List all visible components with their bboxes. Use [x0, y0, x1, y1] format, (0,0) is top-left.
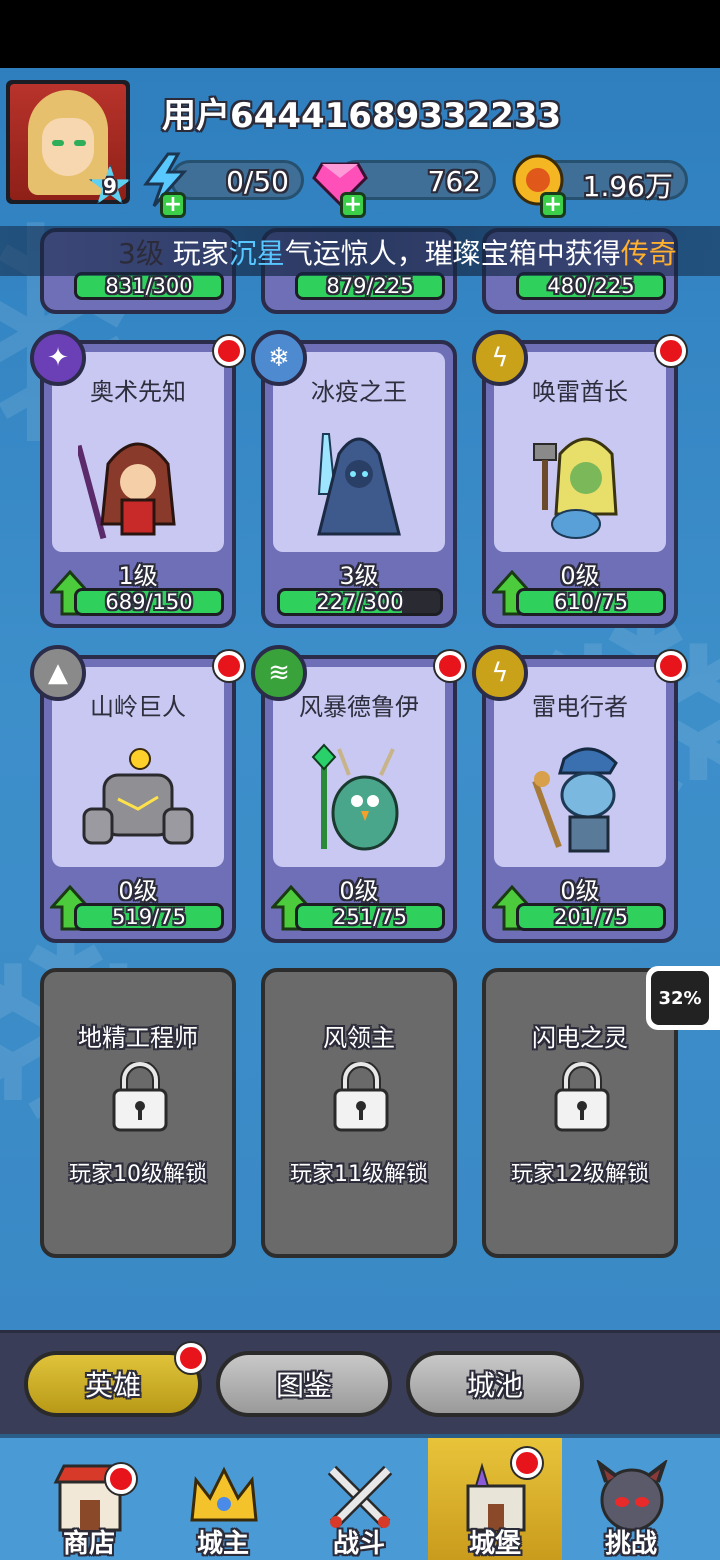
notification-dot — [512, 1448, 542, 1478]
hero-progress-text: 480/225 — [547, 274, 635, 298]
notification-dot — [435, 651, 465, 681]
nav-battle[interactable]: 战斗 — [292, 1438, 426, 1560]
ticker-rarity: 传奇 — [620, 237, 677, 270]
hero-card-thunder-walker[interactable]: 雷电行者 0级 201/75 ϟ — [472, 645, 686, 943]
sub-tab-bar: 英雄 图鉴 城池 — [0, 1330, 720, 1434]
tab-city[interactable]: 城池 — [406, 1351, 584, 1417]
unlock-condition: 玩家11级解锁 — [290, 1162, 428, 1187]
locked-hero-card[interactable]: 地精工程师 玩家10级解锁 — [40, 968, 236, 1258]
ticker-prefix: 3级 — [118, 237, 164, 270]
hero-card-thunder-chieftain[interactable]: 唤雷酋长 0级 610/75 ϟ — [472, 330, 686, 628]
nav-label: 城堡 — [468, 1529, 521, 1559]
add-gems-button[interactable]: + — [340, 192, 366, 218]
add-gold-button[interactable]: + — [540, 192, 566, 218]
hero-portrait — [533, 437, 618, 539]
lock-icon — [112, 1062, 168, 1132]
bottom-navigation: 商店 城主 战斗 城堡 挑战 — [0, 1434, 720, 1560]
notification-dot — [106, 1464, 136, 1494]
nav-castle[interactable]: 城堡 — [428, 1438, 562, 1560]
ticker-text-2: 气运惊人，璀璨宝箱中获得 — [284, 237, 621, 270]
lock-icon — [333, 1062, 389, 1132]
tab-label: 英雄 — [84, 1369, 141, 1402]
locked-hero-name: 闪电之灵 — [532, 1024, 628, 1052]
tab-label: 图鉴 — [275, 1369, 332, 1402]
floating-progress-badge[interactable]: 32% — [646, 966, 720, 1030]
lightning-icon: ϟ — [472, 645, 528, 701]
player-header: 9 用户64441689332233 0/50 + 762 + 1.96万 + — [0, 68, 720, 228]
hero-level: 3级 — [339, 562, 379, 590]
hero-portrait — [311, 743, 399, 851]
hero-progress-text: 610/75 — [554, 590, 628, 614]
floating-progress-text: 32% — [651, 971, 709, 1025]
ticker-text-1: 玩家 — [172, 237, 229, 270]
hero-progress-text: 201/75 — [554, 905, 628, 929]
nav-lord[interactable]: 城主 — [156, 1438, 290, 1560]
wind-icon: ≋ — [251, 645, 307, 701]
nav-label: 城主 — [196, 1529, 249, 1559]
announcement-ticker: 3级 玩家沉星气运惊人，璀璨宝箱中获得传奇 — [0, 226, 720, 276]
hero-portrait — [82, 748, 194, 845]
nav-label: 战斗 — [332, 1529, 385, 1559]
hero-progress-text: 227/300 — [316, 590, 404, 614]
notification-dot — [656, 336, 686, 366]
hero-card-ice-plague-king[interactable]: 冰疫之王 3级 227/300 ❄ — [251, 330, 457, 628]
hero-progress-text: 879/225 — [326, 274, 414, 298]
nav-challenge[interactable]: 挑战 — [564, 1438, 698, 1560]
arcane-icon: ✦ — [30, 330, 86, 386]
hero-progress-text: 251/75 — [333, 905, 407, 929]
tab-codex[interactable]: 图鉴 — [216, 1351, 392, 1417]
hero-card-storm-druid[interactable]: 风暴德鲁伊 0级 251/75 ≋ — [251, 645, 465, 943]
tab-label: 城池 — [466, 1369, 523, 1402]
ice-icon: ❄ — [251, 330, 307, 386]
thunder-icon: ϟ — [472, 330, 528, 386]
rock-icon: ▲ — [30, 645, 86, 701]
status-bar — [0, 0, 720, 68]
lock-icon — [554, 1062, 610, 1132]
hero-progress-text: 519/75 — [112, 905, 186, 929]
nav-shop[interactable]: 商店 — [22, 1438, 156, 1560]
nav-label: 挑战 — [604, 1529, 657, 1559]
locked-hero-card[interactable]: 风领主 玩家11级解锁 — [261, 968, 457, 1258]
hero-progress-text: 831/300 — [105, 274, 193, 298]
locked-hero-name: 地精工程师 — [78, 1024, 198, 1052]
nav-label: 商店 — [62, 1529, 115, 1559]
gold-value: 1.96万 — [582, 170, 673, 203]
locked-hero-name: 风领主 — [323, 1024, 395, 1052]
add-energy-button[interactable]: + — [160, 192, 186, 218]
hero-portrait — [532, 747, 618, 853]
hero-portrait — [78, 442, 176, 540]
notification-dot — [214, 651, 244, 681]
ticker-player-name: 沉星 — [228, 237, 285, 270]
notification-dot — [176, 1343, 206, 1373]
notification-dot — [656, 651, 686, 681]
hero-card-arcane-prophet[interactable]: 奥术先知 1级 689/150 ✦ — [30, 330, 244, 628]
energy-value: 0/50 — [226, 165, 289, 198]
unlock-condition: 玩家10级解锁 — [69, 1162, 207, 1187]
hero-card-mountain-giant[interactable]: 山岭巨人 0级 519/75 ▲ — [30, 645, 244, 943]
hero-progress-text: 689/150 — [105, 590, 193, 614]
game-area: ❄ ❄ ❄ 9 用户64441689332233 0/50 + 762 — [0, 68, 720, 1330]
hero-portrait — [317, 433, 401, 536]
gems-value: 762 — [427, 165, 481, 198]
notification-dot — [214, 336, 244, 366]
username: 用户64441689332233 — [162, 96, 562, 136]
unlock-condition: 玩家12级解锁 — [511, 1162, 649, 1187]
